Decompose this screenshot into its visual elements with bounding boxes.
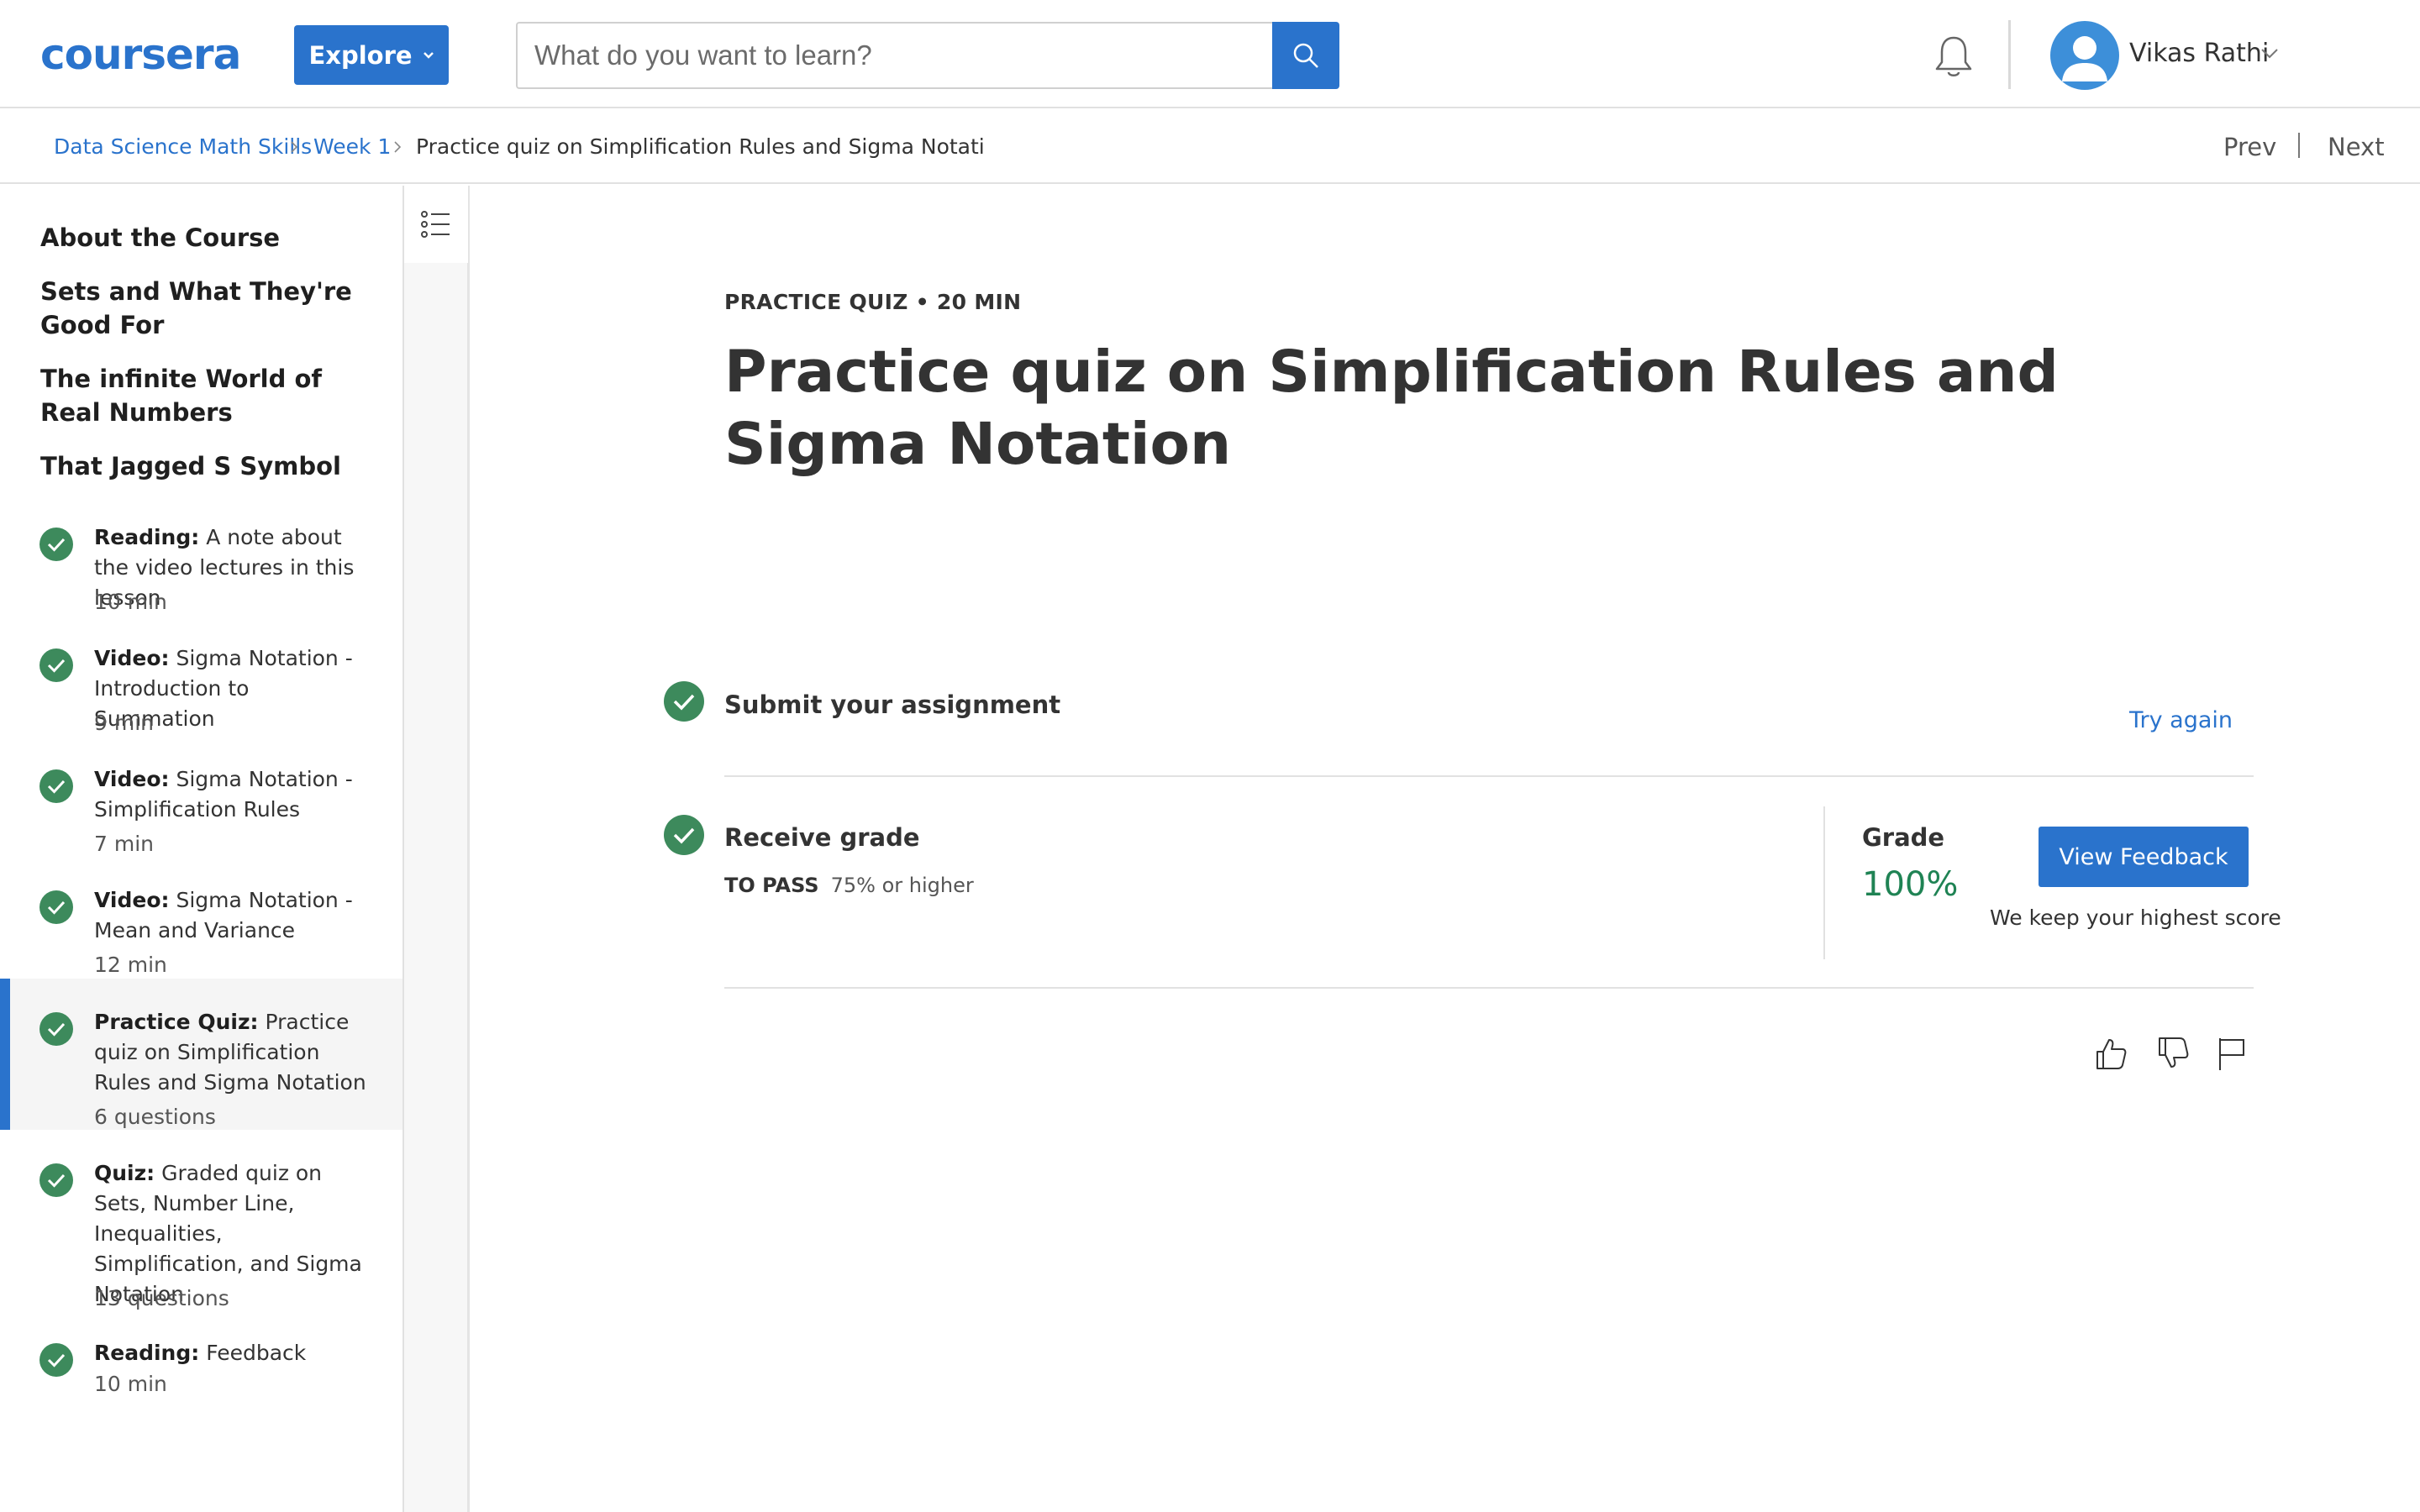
item-kicker: PRACTICE QUIZ • 20 MIN [724, 290, 1022, 314]
grade-label: Grade [1862, 823, 1945, 852]
search-button[interactable] [1272, 22, 1339, 89]
view-feedback-button[interactable]: View Feedback [2039, 827, 2249, 887]
header-divider [2008, 20, 2011, 89]
sidebar-item-video-simplification[interactable]: Video: Sigma Notation - Simplification R… [0, 744, 402, 865]
chevron-down-icon[interactable] [2260, 47, 2279, 60]
sidebar-item-label: Video: Sigma Notation - Mean and Varianc… [94, 888, 353, 942]
course-sidebar: About the Course Sets and What They're G… [0, 186, 404, 1512]
sidebar-section-real-numbers[interactable]: The infinite World of Real Numbers [40, 362, 360, 429]
pass-requirement: TO PASS 75% or higher [724, 874, 974, 897]
chevron-right-icon [394, 141, 402, 153]
sidebar-item-meta: 12 min [94, 953, 167, 977]
avatar-icon [2062, 36, 2107, 81]
check-icon [664, 815, 704, 855]
check-icon [39, 1012, 73, 1046]
thumbs-up-icon[interactable] [2092, 1035, 2129, 1072]
sidebar-item-reading-feedback[interactable]: Reading: Feedback 10 min [0, 1310, 402, 1410]
breadcrumb-week-link[interactable]: Week 1 [313, 134, 391, 159]
bell-icon[interactable] [1933, 34, 1975, 81]
sidebar-item-meta: 6 questions [94, 1105, 216, 1129]
chevron-down-icon [423, 51, 434, 59]
sidebar-item-meta: 10 min [94, 590, 167, 614]
try-again-link[interactable]: Try again [2129, 707, 2233, 733]
user-name[interactable]: Vikas Rathi [2129, 39, 2269, 68]
prev-link[interactable]: Prev [2223, 133, 2276, 161]
sidebar-item-meta: 13 questions [94, 1286, 229, 1310]
search-input[interactable] [518, 24, 1272, 87]
explore-button[interactable]: Explore [294, 25, 449, 85]
thumbs-down-icon[interactable] [2154, 1035, 2191, 1072]
check-icon [664, 681, 704, 722]
sidebar-toggle-button[interactable] [404, 186, 468, 263]
avatar[interactable] [2050, 21, 2119, 90]
chevron-right-icon [291, 141, 298, 153]
sidebar-section-sigma[interactable]: That Jagged S Symbol [40, 449, 360, 483]
section-divider [724, 987, 2254, 989]
prev-next-divider [2298, 133, 2300, 158]
breadcrumb-course-link[interactable]: Data Science Math Skills [54, 134, 312, 159]
submit-assignment-label: Submit your assignment [724, 690, 1061, 719]
top-header: coursera Explore Vikas Rathi [0, 0, 2420, 108]
breadcrumb-current: Practice quiz on Simplification Rules an… [416, 134, 985, 159]
check-icon [39, 648, 73, 682]
search-icon [1293, 43, 1318, 68]
page-title: Practice quiz on Simplification Rules an… [724, 339, 2059, 478]
check-icon [39, 769, 73, 803]
coursera-logo[interactable]: coursera [40, 30, 255, 77]
sidebar-section-about[interactable]: About the Course [40, 221, 360, 255]
grade-value: 100% [1862, 865, 1959, 904]
sidebar-section-sets[interactable]: Sets and What They're Good For [40, 275, 360, 342]
sidebar-item-meta: 10 min [94, 1372, 167, 1396]
next-link[interactable]: Next [2328, 133, 2385, 161]
flag-icon[interactable] [2213, 1035, 2250, 1072]
check-icon [39, 1343, 73, 1377]
check-icon [39, 528, 73, 561]
grade-divider [1823, 806, 1825, 959]
section-divider [724, 775, 2254, 777]
search-box [516, 22, 1272, 89]
sidebar-item-video-intro[interactable]: Video: Sigma Notation - Introduction to … [0, 623, 402, 744]
check-icon [39, 1163, 73, 1197]
receive-grade-label: Receive grade [724, 823, 920, 852]
sidebar-item-reading-note[interactable]: Reading: A note about the video lectures… [0, 502, 402, 623]
sidebar-item-label: Reading: Feedback [94, 1341, 307, 1365]
check-icon [39, 890, 73, 924]
list-icon [421, 211, 450, 238]
svg-text:coursera: coursera [40, 30, 240, 77]
sidebar-item-meta: 7 min [94, 832, 154, 856]
sidebar-item-practice-quiz[interactable]: Practice Quiz: Practice quiz on Simplifi… [0, 979, 402, 1130]
highest-score-note: We keep your highest score [1990, 906, 2281, 930]
sidebar-collapse-column [404, 186, 470, 1512]
sidebar-item-label: Video: Sigma Notation - Simplification R… [94, 767, 353, 822]
sidebar-item-graded-quiz[interactable]: Quiz: Graded quiz on Sets, Number Line, … [0, 1130, 402, 1310]
sidebar-item-meta: 9 min [94, 711, 154, 735]
sidebar-item-video-mean-variance[interactable]: Video: Sigma Notation - Mean and Varianc… [0, 865, 402, 986]
sidebar-item-label: Practice Quiz: Practice quiz on Simplifi… [94, 1010, 366, 1095]
explore-label: Explore [308, 40, 413, 70]
